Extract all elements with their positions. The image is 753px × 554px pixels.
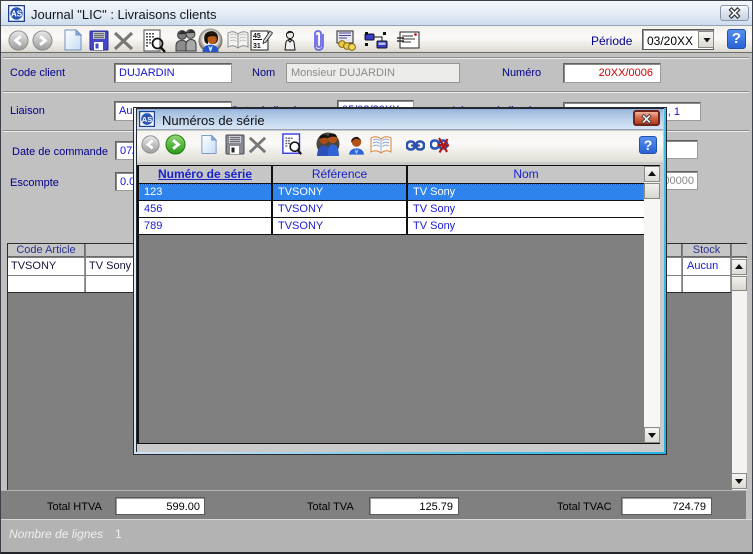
svg-text:45: 45	[253, 33, 261, 40]
svg-text:31: 31	[253, 43, 261, 50]
svg-text:AS: AS	[142, 115, 152, 124]
svg-text:AS: AS	[11, 10, 23, 19]
